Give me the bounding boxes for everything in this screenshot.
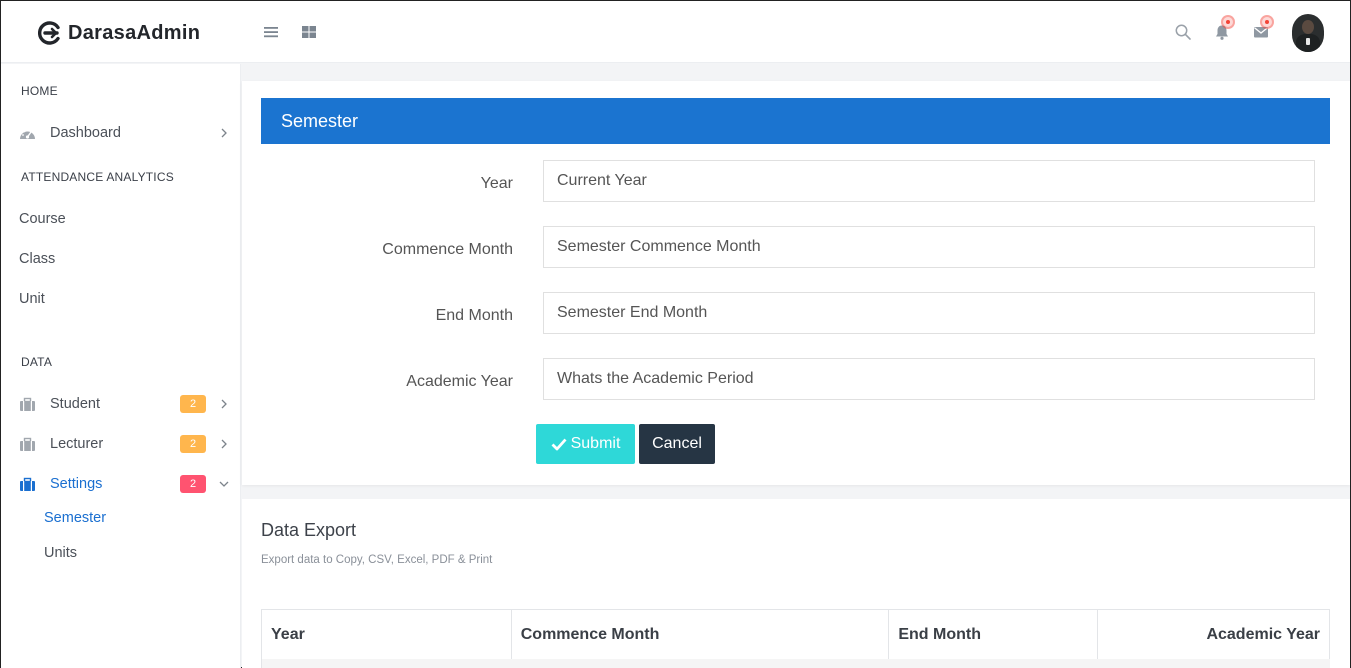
sidebar-heading-home: HOME xyxy=(21,84,58,98)
notification-dot xyxy=(1221,15,1235,29)
count-badge: 2 xyxy=(180,475,206,493)
sidebar-subitem-units[interactable]: Units xyxy=(44,545,77,561)
dashboard-icon xyxy=(20,128,35,139)
column-header-commence-month[interactable]: Commence Month xyxy=(510,609,890,660)
messages-button[interactable] xyxy=(1252,15,1274,41)
chevron-down-icon xyxy=(219,481,229,487)
year-label: Year xyxy=(480,175,513,192)
sidebar-item-unit[interactable]: Unit xyxy=(1,283,241,315)
sidebar-item-label: Class xyxy=(19,251,56,267)
chevron-right-icon xyxy=(221,399,227,409)
chevron-right-icon xyxy=(221,439,227,449)
export-table: Year Commence Month End Month Academic Y… xyxy=(261,609,1330,660)
data-export-card: Data Export Export data to Copy, CSV, Ex… xyxy=(242,499,1350,668)
submit-button[interactable]: Submit xyxy=(536,424,635,464)
sidebar-heading-data: DATA xyxy=(21,355,53,369)
sidebar-heading-attendance: ATTENDANCE ANALYTICS xyxy=(21,170,174,184)
end-month-input[interactable] xyxy=(543,292,1315,334)
sidebar-item-settings[interactable]: Settings 2 xyxy=(1,468,241,500)
count-badge: 2 xyxy=(180,435,206,453)
export-title: Data Export xyxy=(261,520,357,540)
sidebar-item-label: Unit xyxy=(19,291,45,307)
count-badge: 2 xyxy=(180,395,206,413)
avatar[interactable] xyxy=(1292,14,1324,52)
sidebar-item-label: Settings xyxy=(50,476,103,492)
sidebar-item-label: Course xyxy=(19,211,66,227)
avatar-face xyxy=(1302,20,1314,34)
commence-month-input[interactable] xyxy=(543,226,1315,268)
column-header-year[interactable]: Year xyxy=(261,609,512,660)
avatar-tag xyxy=(1306,38,1310,45)
sidebar-item-label: Student xyxy=(50,396,100,412)
sidebar-item-class[interactable]: Class xyxy=(1,243,241,275)
export-subtitle: Export data to Copy, CSV, Excel, PDF & P… xyxy=(261,554,493,566)
column-header-academic-year[interactable]: Academic Year xyxy=(1097,609,1330,660)
sidebar-item-dashboard[interactable]: Dashboard xyxy=(1,117,241,149)
semester-form-card: Semester Year Commence Month End Month A… xyxy=(242,81,1350,485)
check-icon xyxy=(551,438,567,451)
sidebar-item-course[interactable]: Course xyxy=(1,203,241,235)
table-header-row: Year Commence Month End Month Academic Y… xyxy=(261,609,1330,660)
sidebar-item-label: Lecturer xyxy=(50,436,104,452)
brand-name: DarasaAdmin xyxy=(68,21,201,44)
notifications-button[interactable] xyxy=(1213,15,1235,41)
chevron-right-icon xyxy=(221,128,227,138)
academic-year-input[interactable] xyxy=(543,358,1315,400)
sidebar-item-student[interactable]: Student 2 xyxy=(1,388,241,420)
cancel-button[interactable]: Cancel xyxy=(639,424,715,464)
search-icon[interactable] xyxy=(1174,23,1192,41)
sidebar: HOME Dashboard ATTENDANCE ANALYTICS Cour… xyxy=(1,64,241,668)
menu-icon[interactable] xyxy=(262,23,280,41)
brand[interactable]: DarasaAdmin xyxy=(38,20,200,46)
briefcase-icon xyxy=(20,477,35,491)
card-title: Semester xyxy=(261,98,1330,144)
year-input[interactable] xyxy=(543,160,1315,202)
sidebar-item-label: Dashboard xyxy=(50,125,121,141)
brand-logo-icon xyxy=(38,21,60,45)
grid-icon[interactable] xyxy=(300,23,318,41)
message-dot xyxy=(1260,15,1274,29)
commence-month-label: Commence Month xyxy=(382,241,513,258)
academic-year-label: Academic Year xyxy=(406,373,513,390)
end-month-label: End Month xyxy=(435,307,513,324)
briefcase-icon xyxy=(20,397,35,411)
column-header-end-month[interactable]: End Month xyxy=(888,609,1099,660)
sidebar-item-lecturer[interactable]: Lecturer 2 xyxy=(1,428,241,460)
sidebar-subitem-semester[interactable]: Semester xyxy=(44,510,106,526)
table-row xyxy=(261,659,1330,668)
top-header: DarasaAdmin xyxy=(1,1,1350,63)
briefcase-icon xyxy=(20,437,35,451)
submit-label: Submit xyxy=(570,435,621,452)
